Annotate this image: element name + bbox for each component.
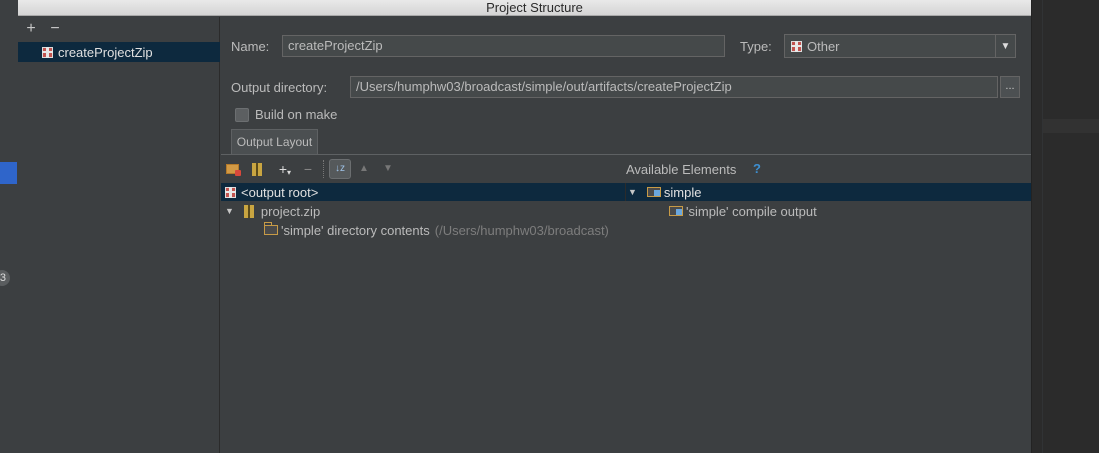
move-down-icon[interactable]: ▼ [380,161,396,177]
artifact-list-item[interactable]: createProjectZip [18,42,220,62]
output-directory-field[interactable]: /Users/humphw03/broadcast/simple/out/art… [350,76,998,98]
available-row-compile-output[interactable]: 'simple' compile output [669,202,817,220]
ide-editor-edge [1031,0,1099,453]
output-layout-panel: + ▾ − ↓z ▲ ▼ Available Elements ? <outpu… [221,155,1031,453]
available-row-simple[interactable]: ▼ simple [628,183,702,201]
move-up-icon[interactable]: ▲ [356,161,372,177]
name-field[interactable]: createProjectZip [282,35,725,57]
zip-archive-icon [243,204,254,218]
type-select[interactable]: Other ▼ [784,34,1016,58]
editor-current-line [1043,119,1099,133]
tree-row-project-zip[interactable]: ▼ project.zip [225,202,320,220]
create-archive-icon[interactable] [252,163,262,176]
name-label: Name: [231,39,270,54]
type-label: Type: [740,39,772,54]
gift-artifact-icon [225,186,236,198]
dialog-title: Project Structure [486,0,583,15]
remove-element-icon[interactable]: − [300,161,316,177]
available-row-label: simple [663,184,702,200]
expand-triangle-icon[interactable]: ▼ [225,206,234,216]
folder-icon [264,222,278,235]
chevron-down-icon[interactable]: ▼ [995,35,1015,57]
module-folder-icon [646,187,661,197]
tree-row-label: 'simple' directory contents [281,222,430,238]
editor-gutter [1042,0,1043,453]
tree-splitter[interactable] [625,183,626,201]
tab-output-layout[interactable]: Output Layout [231,129,318,155]
artifact-list-toolbar: + − [18,17,219,41]
create-directory-icon[interactable] [226,164,241,176]
artifact-list-item-label: createProjectZip [58,44,153,60]
output-directory-label: Output directory: [231,80,328,95]
gift-artifact-icon [42,46,53,58]
help-icon[interactable]: ? [753,161,761,176]
gift-type-icon [791,40,802,52]
tree-row-path: (/Users/humphw03/broadcast) [434,222,609,238]
module-output-icon [669,206,683,216]
tree-row-label: <output root> [241,184,319,200]
build-on-make-label[interactable]: Build on make [255,107,337,122]
ide-left-selected-item [0,162,17,184]
toolbar-separator [323,160,324,178]
tree-row-output-root[interactable]: <output root> [225,183,318,201]
dialog-titlebar: Project Structure [18,0,1031,16]
available-row-label: 'simple' compile output [686,203,817,219]
add-artifact-button[interactable]: + [24,21,38,37]
add-dropdown-icon: ▾ [287,168,292,177]
tree-row-label: project.zip [260,203,321,219]
available-elements-title: Available Elements [626,162,737,177]
browse-button[interactable]: ... [1000,76,1020,98]
artifact-list-pane: + − createProjectZip [18,17,220,453]
ide-left-edge [0,0,18,453]
tree-row-directory-contents[interactable]: 'simple' directory contents (/Users/hump… [264,221,609,239]
type-select-value: Other [807,38,840,54]
project-structure-dialog: Project Structure + − createProjectZip N… [18,0,1031,453]
sort-elements-icon[interactable]: ↓z [329,159,351,179]
remove-artifact-button[interactable]: − [48,21,62,37]
artifact-config-pane: Name: createProjectZip Type: Other ▼ Out… [221,17,1031,453]
output-layout-toolbar: + ▾ − ↓z ▲ ▼ [221,155,625,183]
build-on-make-checkbox[interactable] [235,108,249,122]
expand-triangle-icon[interactable]: ▼ [628,187,637,197]
